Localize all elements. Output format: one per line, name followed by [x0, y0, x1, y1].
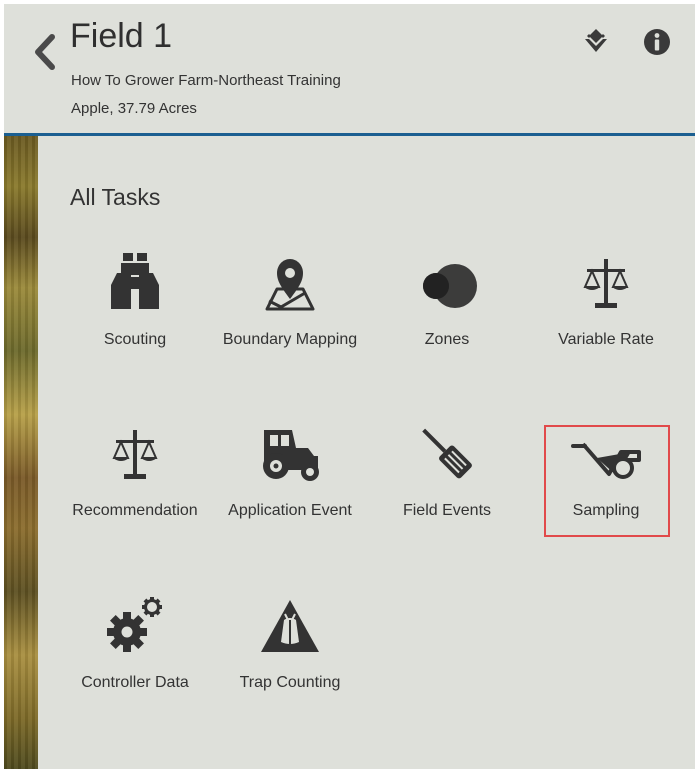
task-application-event[interactable]: Application Event	[215, 420, 365, 525]
task-field-events[interactable]: Field Events	[372, 420, 522, 525]
crop-area: Apple, 37.79 Acres	[71, 100, 197, 117]
layers-icon	[585, 29, 607, 52]
field-title: Field 1	[70, 17, 173, 55]
selection-highlight	[544, 425, 670, 537]
scale-icon	[583, 259, 629, 308]
task-label: Recommendation	[72, 502, 198, 519]
task-boundary-mapping[interactable]: Boundary Mapping	[215, 249, 365, 354]
tractor-icon	[263, 430, 319, 481]
chevron-left-icon	[35, 34, 55, 70]
spatula-icon	[422, 428, 472, 479]
scale-icon	[112, 430, 158, 479]
task-label: Field Events	[402, 502, 492, 519]
task-controller-data[interactable]: Controller Data	[60, 592, 210, 697]
task-label: Scouting	[103, 331, 167, 348]
binoculars-icon	[111, 253, 159, 309]
map-background-strip	[4, 136, 38, 769]
task-recommendation[interactable]: Recommendation	[60, 420, 210, 525]
section-title: All Tasks	[70, 184, 161, 210]
field-header: Field 1 How To Grower Farm-Northeast Tra…	[4, 4, 695, 134]
task-label: Controller Data	[81, 674, 189, 691]
task-label: Zones	[424, 331, 470, 348]
header-divider	[4, 133, 695, 136]
task-scouting[interactable]: Scouting	[60, 249, 210, 354]
task-label: Trap Counting	[239, 674, 341, 691]
task-label: Application Event	[228, 502, 352, 519]
task-panel: Field 1 How To Grower Farm-Northeast Tra…	[4, 4, 695, 769]
info-button[interactable]	[641, 26, 673, 58]
back-button[interactable]	[28, 30, 62, 74]
gears-icon	[107, 597, 162, 652]
farm-name: How To Grower Farm-Northeast Training	[71, 72, 341, 89]
map-pin-icon	[265, 259, 315, 311]
info-icon	[644, 29, 670, 55]
task-label: Boundary Mapping	[222, 331, 358, 348]
zones-icon	[423, 264, 477, 308]
task-trap-counting[interactable]: Trap Counting	[215, 592, 365, 697]
trap-icon	[261, 600, 319, 652]
layers-button[interactable]	[580, 26, 612, 58]
task-zones[interactable]: Zones	[372, 249, 522, 354]
task-label: Variable Rate	[558, 331, 654, 348]
task-variable-rate[interactable]: Variable Rate	[531, 249, 681, 354]
